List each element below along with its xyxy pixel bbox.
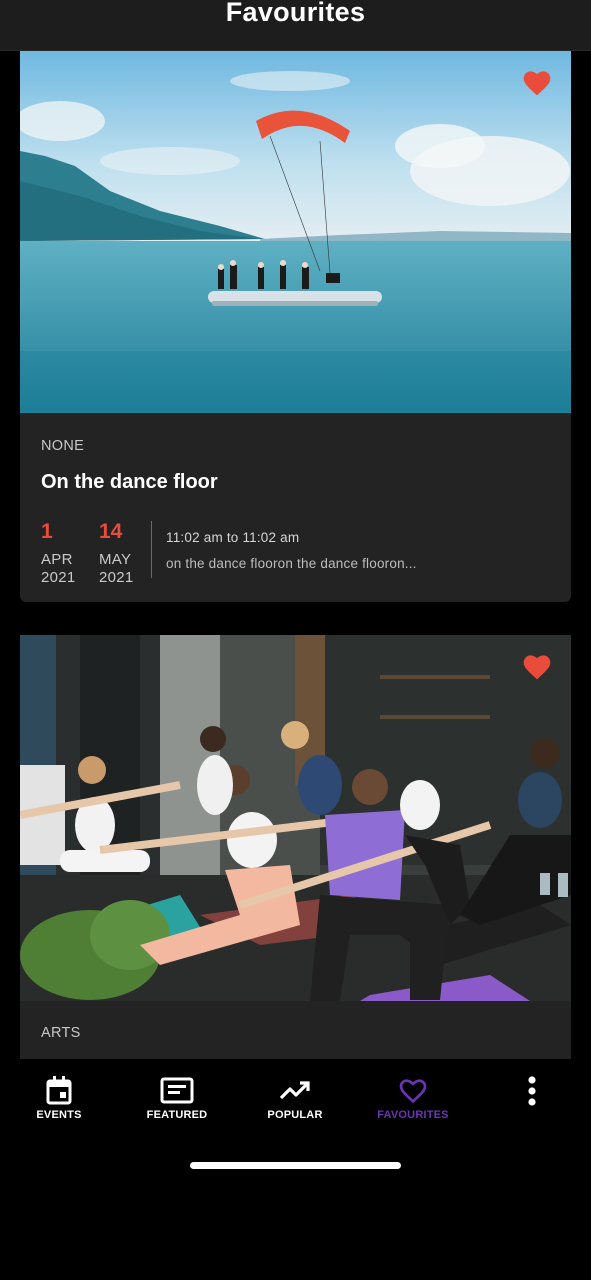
nav-popular[interactable]: POPULAR [262, 1075, 328, 1121]
start-date: 1 APR 2021 [41, 521, 99, 587]
nav-favourites[interactable]: FAVOURITES [372, 1075, 454, 1121]
favourites-list[interactable]: NONE On the dance floor 1 APR 2021 14 MA… [0, 51, 591, 1059]
event-details: ARTS [20, 1001, 571, 1059]
bottom-navigation: EVENTS FEATURED POPULAR FAVOURITES [0, 1059, 591, 1280]
top-bar: Favourites [0, 0, 591, 51]
event-title[interactable]: On the dance floor [41, 471, 218, 494]
start-day: 1 [41, 520, 53, 543]
nav-events[interactable]: EVENTS [30, 1075, 88, 1121]
more-vertical-icon[interactable] [521, 1075, 543, 1109]
event-category: NONE [41, 438, 85, 454]
featured-card-icon [160, 1077, 194, 1104]
calendar-icon [46, 1076, 72, 1105]
event-card[interactable]: NONE On the dance floor 1 APR 2021 14 MA… [20, 51, 571, 602]
event-details: NONE On the dance floor 1 APR 2021 14 MA… [20, 413, 571, 602]
favourite-heart-icon[interactable] [521, 651, 553, 681]
nav-favourites-label: FAVOURITES [377, 1109, 449, 1121]
heart-outline-icon [399, 1079, 427, 1104]
event-time: 11:02 am to 11:02 am [166, 530, 300, 545]
event-image[interactable] [20, 51, 571, 413]
nav-events-label: EVENTS [36, 1109, 82, 1121]
nav-featured[interactable]: FEATURED [140, 1075, 214, 1121]
date-range: 1 APR 2021 14 MAY 2021 [41, 521, 157, 587]
nav-popular-label: POPULAR [267, 1109, 323, 1121]
yoga-class-photo [20, 635, 571, 1001]
trending-up-icon [279, 1081, 310, 1100]
end-date: 14 MAY 2021 [99, 521, 157, 587]
end-day: 14 [99, 520, 123, 543]
divider [151, 521, 152, 578]
event-card[interactable]: ARTS [20, 635, 571, 1059]
nav-featured-label: FEATURED [146, 1109, 208, 1121]
lake-paragliding-photo [20, 51, 571, 413]
event-image[interactable] [20, 635, 571, 1001]
event-description: on the dance flooron the dance flooron..… [166, 556, 417, 571]
favourite-heart-icon[interactable] [521, 67, 553, 97]
page-title: Favourites [225, 0, 366, 27]
end-year: 2021 [99, 569, 134, 586]
start-month: APR [41, 551, 73, 568]
event-category: ARTS [41, 1025, 81, 1041]
home-indicator [190, 1162, 401, 1169]
end-month: MAY [99, 551, 132, 568]
start-year: 2021 [41, 569, 76, 586]
